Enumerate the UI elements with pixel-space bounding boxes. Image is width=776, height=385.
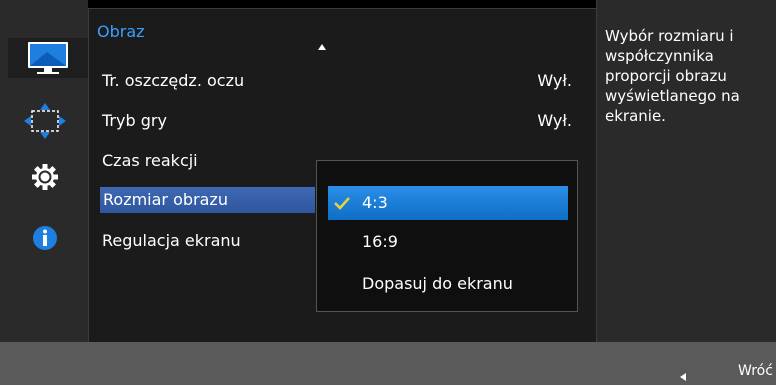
menu-item-label: Regulacja ekranu [102, 231, 241, 250]
option-label: 16:9 [362, 232, 398, 251]
menu-item-label: Tr. oszczędz. oczu [102, 71, 245, 90]
info-description: Wybór rozmiaru i współczynnika proporcji… [605, 27, 740, 125]
sidebar-item-position[interactable] [22, 101, 68, 141]
info-icon [33, 226, 57, 250]
menu-title: Obraz [97, 22, 145, 41]
menu-item-label: Rozmiar obrazu [103, 190, 228, 209]
sidebar-item-information[interactable] [22, 218, 68, 258]
back-button[interactable]: Wróć [738, 363, 773, 379]
gear-icon [32, 164, 58, 190]
option-label: Dopasuj do ekranu [362, 274, 513, 293]
back-arrow-icon [680, 373, 686, 381]
menu-item-value: Wył. [537, 71, 572, 90]
menu-item-image-size[interactable]: Rozmiar obrazu [100, 187, 315, 213]
menu-item-label: Czas reakcji [102, 151, 198, 170]
option-16-9[interactable]: 16:9 [328, 226, 568, 258]
option-fit-screen[interactable]: Dopasuj do ekranu [328, 268, 568, 300]
option-label: 4:3 [362, 193, 388, 212]
menu-item-game-mode[interactable]: Tryb gry Wył. [102, 108, 582, 134]
sidebar-item-picture[interactable] [8, 38, 88, 78]
menu-item-value: Wył. [537, 111, 572, 130]
footer-bar [0, 342, 776, 385]
scroll-up-icon[interactable] [318, 44, 326, 50]
option-4-3[interactable]: 4:3 [328, 186, 568, 220]
menu-item-label: Tryb gry [102, 111, 167, 130]
sidebar-item-system[interactable] [22, 157, 68, 197]
menu-item-eye-saver[interactable]: Tr. oszczędz. oczu Wył. [102, 68, 582, 94]
checkmark-icon [334, 197, 350, 210]
monitor-icon [28, 42, 68, 74]
resize-arrows-icon [24, 103, 66, 139]
